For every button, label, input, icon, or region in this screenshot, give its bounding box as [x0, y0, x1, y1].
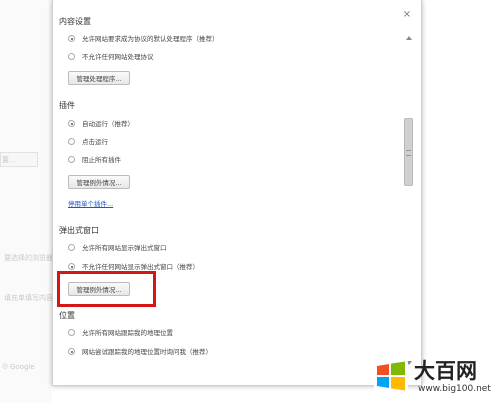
radio-label: 网站尝试跟踪我的地理位置时询问我（推荐） [82, 348, 212, 356]
scroll-up-arrow-icon[interactable] [406, 36, 412, 40]
section-heading-popups: 弹出式窗口 [59, 226, 99, 235]
background-text: 要选择的浏览器 [4, 254, 53, 262]
radio-unchecked-icon[interactable] [68, 138, 75, 145]
background-settings-page [0, 0, 52, 403]
radio-checked-icon[interactable] [68, 263, 75, 270]
scrollbar[interactable] [404, 34, 414, 370]
disable-individual-plugins-link[interactable]: 停用单个插件... [68, 198, 113, 208]
red-highlight-box [57, 271, 156, 307]
manage-handlers-button[interactable]: 管理处理程序... [68, 71, 130, 85]
radio-unchecked-icon[interactable] [68, 53, 75, 60]
scroll-grip-icon [406, 150, 411, 156]
radio-label: 不允许任何网站处理协议 [82, 53, 154, 61]
radio-label: 允许所有网站显示弹出式窗口 [82, 244, 167, 252]
background-radio-icon: ◎ [2, 362, 9, 370]
radio-label: 允许所有网站跟踪我的地理位置 [82, 329, 173, 337]
background-text: Google [10, 363, 35, 371]
background-text: 置... [2, 156, 16, 164]
watermark-subtitle: www.big100.net [418, 384, 491, 394]
radio-checked-icon[interactable] [68, 35, 75, 42]
close-icon[interactable]: × [402, 10, 412, 20]
radio-label: 自动运行（推荐） [82, 120, 134, 128]
radio-checked-icon[interactable] [68, 120, 75, 127]
radio-label: 点击运行 [82, 138, 108, 146]
manage-plugin-exceptions-button[interactable]: 管理例外情况... [68, 175, 130, 189]
radio-label: 阻止所有插件 [82, 156, 121, 164]
section-heading-location: 位置 [59, 311, 75, 320]
radio-unchecked-icon[interactable] [68, 329, 75, 336]
radio-unchecked-icon[interactable] [68, 244, 75, 251]
background-text: 填充单填写内容 [4, 294, 53, 302]
radio-checked-icon[interactable] [68, 348, 75, 355]
section-heading-content-settings: 内容设置 [59, 17, 91, 26]
radio-unchecked-icon[interactable] [68, 156, 75, 163]
radio-label: 允许网站要求成为协议的默认处理程序（推荐） [82, 35, 219, 43]
windows-logo-icon [374, 359, 408, 393]
watermark-title: 大百网 [414, 359, 477, 383]
section-heading-plugins: 插件 [59, 101, 75, 110]
